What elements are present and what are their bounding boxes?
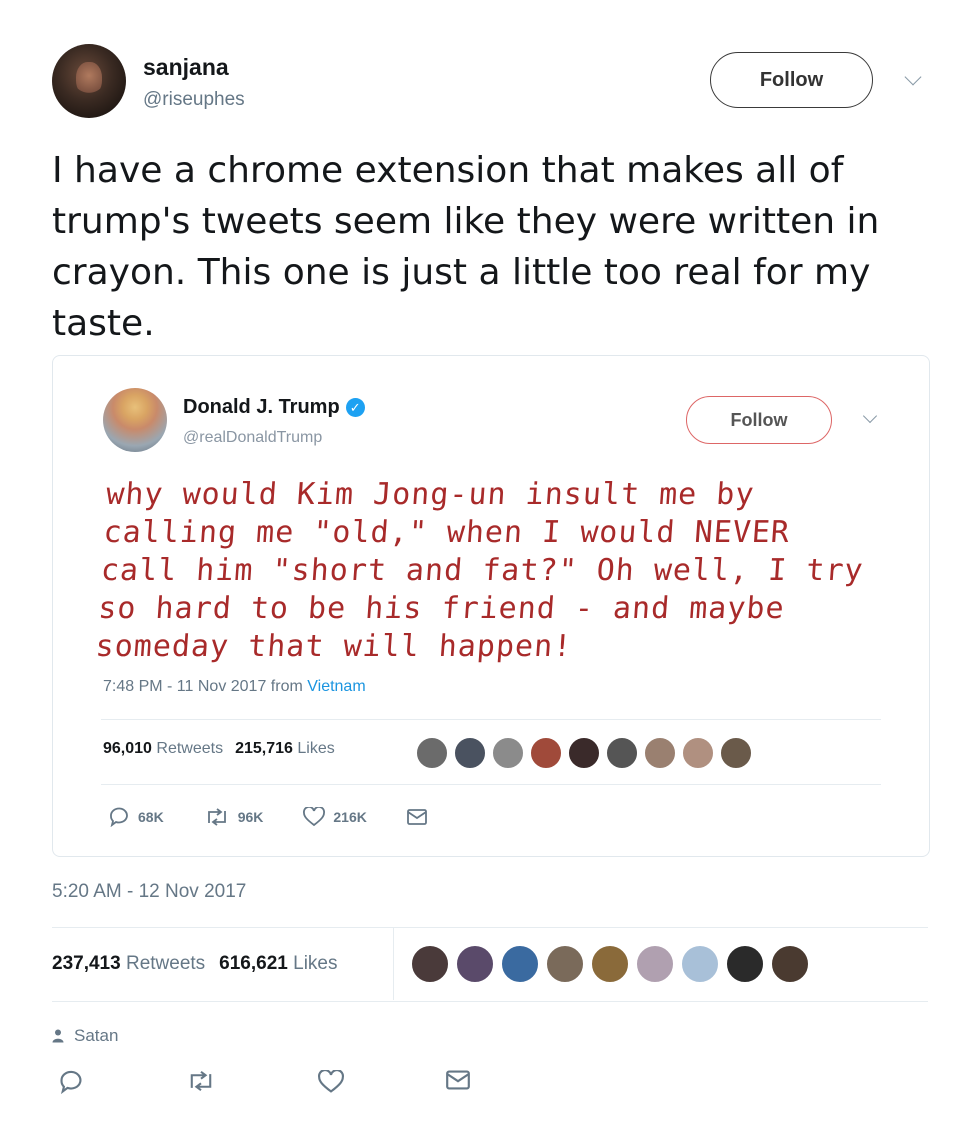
- retweet-icon: [207, 808, 226, 826]
- heart-icon: [303, 807, 326, 827]
- reply-icon[interactable]: [58, 1070, 84, 1094]
- quoted-display-name[interactable]: Donald J. Trump ✓: [183, 396, 365, 419]
- quoted-handle[interactable]: @realDonaldTrump: [183, 429, 322, 447]
- liker-avatar[interactable]: [455, 944, 495, 984]
- quoted-stats: 96,010 Retweets 215,716 Likes: [103, 740, 335, 758]
- quoted-place-link[interactable]: Vietnam: [307, 678, 365, 695]
- quoted-likers-avatars[interactable]: [415, 736, 753, 770]
- liker-avatar[interactable]: [453, 736, 487, 770]
- reply-count: 68K: [138, 809, 164, 825]
- mail-icon[interactable]: [446, 1070, 470, 1090]
- liker-avatar[interactable]: [415, 736, 449, 770]
- liker-avatar[interactable]: [643, 736, 677, 770]
- liker-avatar[interactable]: [719, 736, 753, 770]
- likes-stat[interactable]: 616,621 Likes: [219, 953, 337, 975]
- liker-avatar[interactable]: [770, 944, 810, 984]
- divider: [101, 719, 881, 720]
- message-button[interactable]: [406, 809, 427, 825]
- likes-count: 616,621: [219, 953, 288, 974]
- display-name[interactable]: sanjana: [143, 54, 229, 81]
- follow-button[interactable]: Follow: [710, 52, 873, 108]
- quoted-follow-button[interactable]: Follow: [686, 396, 832, 444]
- liker-avatar[interactable]: [635, 944, 675, 984]
- like-button[interactable]: 216K: [303, 807, 367, 827]
- quoted-avatar[interactable]: [103, 388, 167, 452]
- user-handle[interactable]: @riseuphes: [143, 89, 245, 111]
- reply-icon: [110, 807, 128, 827]
- retweet-button[interactable]: 96K: [204, 808, 264, 826]
- tweet-actions: [58, 1070, 470, 1094]
- liker-avatar[interactable]: [545, 944, 585, 984]
- tweet-stats: 237,413 Retweets 616,621 Likes: [52, 953, 338, 975]
- reply-button[interactable]: 68K: [108, 807, 164, 827]
- tweet-text: I have a chrome extension that makes all…: [52, 150, 880, 344]
- retweets-stat[interactable]: 237,413 Retweets: [52, 953, 205, 975]
- verified-badge-icon: ✓: [345, 398, 365, 417]
- quoted-tweet-text: why would Kim Jong-un insult me by calli…: [94, 477, 865, 664]
- retweet-icon[interactable]: [186, 1070, 216, 1092]
- avatar[interactable]: [52, 44, 126, 118]
- liker-avatar[interactable]: [680, 944, 720, 984]
- liker-avatar[interactable]: [529, 736, 563, 770]
- quoted-timestamp: 7:48 PM - 11 Nov 2017 from Vietnam: [103, 678, 366, 696]
- person-icon: [52, 1029, 64, 1043]
- quoted-chevron-down-icon[interactable]: [862, 408, 878, 424]
- likes-label: Likes: [293, 953, 338, 974]
- quoted-likes-count: 215,716: [235, 740, 293, 757]
- retweets-label: Retweets: [125, 953, 206, 974]
- heart-icon[interactable]: [318, 1070, 344, 1094]
- quoted-tweet-card[interactable]: Donald J. Trump ✓ @realDonaldTrump Follo…: [52, 355, 930, 857]
- like-count: 216K: [333, 809, 367, 825]
- location-label[interactable]: Satan: [74, 1026, 118, 1046]
- divider: [52, 927, 928, 928]
- tweet-location: Satan: [52, 1026, 118, 1046]
- chevron-down-icon[interactable]: [904, 68, 922, 86]
- liker-avatar[interactable]: [725, 944, 765, 984]
- liker-avatar[interactable]: [491, 736, 525, 770]
- tweet-timestamp[interactable]: 5:20 AM - 12 Nov 2017: [52, 881, 246, 903]
- divider: [101, 784, 881, 785]
- liker-avatar[interactable]: [590, 944, 630, 984]
- likers-avatars[interactable]: [410, 944, 810, 984]
- quoted-retweets-label: Retweets: [156, 740, 224, 757]
- quoted-retweets-stat[interactable]: 96,010 Retweets: [103, 740, 223, 758]
- mail-icon: [406, 809, 427, 825]
- quoted-retweets-count: 96,010: [103, 740, 152, 757]
- quoted-likes-stat[interactable]: 215,716 Likes: [235, 740, 335, 758]
- liker-avatar[interactable]: [500, 944, 540, 984]
- divider: [393, 928, 394, 1000]
- liker-avatar[interactable]: [681, 736, 715, 770]
- quoted-likes-label: Likes: [297, 740, 335, 757]
- quoted-actions: 68K 96K 216K: [108, 807, 427, 827]
- quoted-name-label: Donald J. Trump: [183, 396, 340, 418]
- retweets-count: 237,413: [52, 953, 121, 974]
- divider: [52, 1001, 928, 1002]
- liker-avatar[interactable]: [567, 736, 601, 770]
- quoted-time-label: 7:48 PM - 11 Nov 2017 from: [103, 678, 303, 695]
- liker-avatar[interactable]: [605, 736, 639, 770]
- retweet-count: 96K: [237, 809, 264, 825]
- liker-avatar[interactable]: [410, 944, 450, 984]
